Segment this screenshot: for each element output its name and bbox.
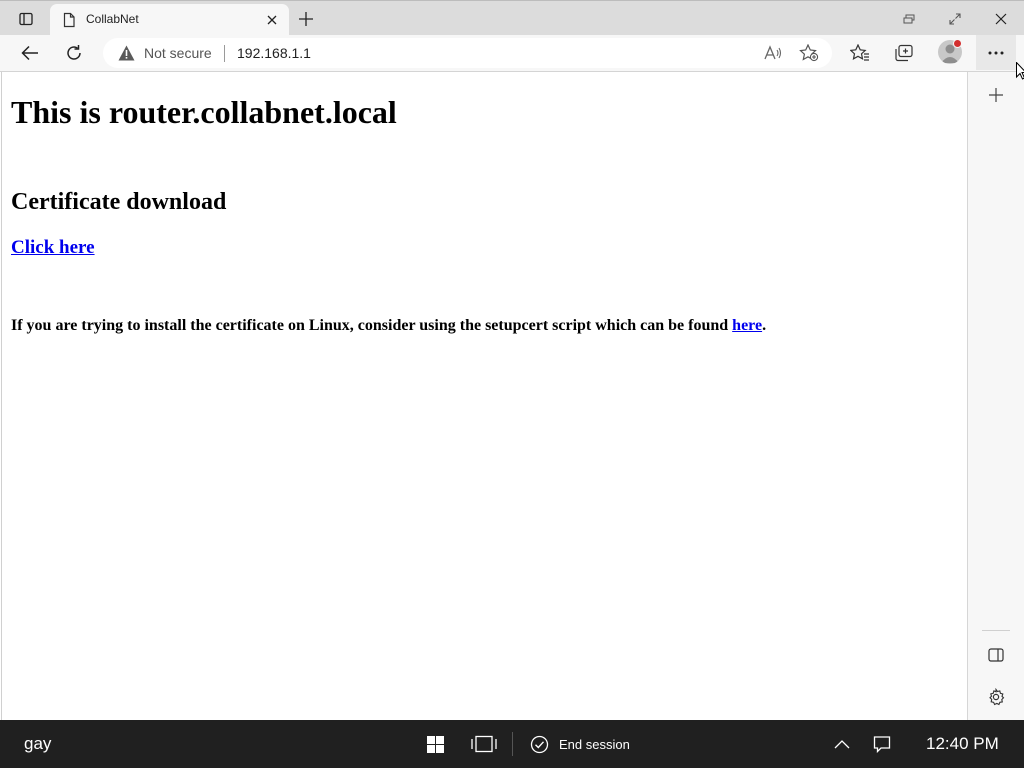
windows-logo-icon [426, 735, 444, 753]
end-session-button[interactable]: End session [530, 732, 630, 756]
security-status[interactable]: Not secure [144, 45, 212, 61]
page-icon [63, 12, 75, 28]
start-button[interactable] [420, 730, 450, 758]
linux-instructions: If you are trying to install the certifi… [11, 317, 766, 335]
back-arrow-icon [21, 45, 38, 61]
restore-icon [903, 14, 915, 24]
tab-title: CollabNet [86, 12, 139, 26]
new-tab-button[interactable] [294, 7, 318, 31]
maximize-button[interactable] [935, 5, 975, 33]
sidebar-toggle-icon [988, 648, 1004, 662]
refresh-button[interactable] [58, 37, 90, 69]
gear-icon [989, 688, 1005, 706]
setupcert-link[interactable]: here [732, 317, 762, 334]
certificate-download-link[interactable]: Click here [11, 237, 95, 259]
page-content: This is router.collabnet.local Certifica… [1, 72, 967, 720]
session-user: gay [24, 734, 52, 753]
address-bar[interactable]: Not secure 192.168.1.1 [103, 38, 832, 68]
hide-sidebar-button[interactable] [983, 642, 1009, 668]
restore-window-button[interactable] [889, 5, 929, 33]
browser-toolbar: Not secure 192.168.1.1 [0, 35, 1024, 72]
warning-icon [118, 45, 135, 61]
sidebar-add-button[interactable] [983, 82, 1009, 108]
tab-collabnet[interactable]: CollabNet [50, 4, 289, 36]
add-favorite-button[interactable] [795, 39, 823, 67]
mouse-cursor-icon [1016, 62, 1024, 80]
refresh-icon [67, 45, 81, 60]
section-title: Certificate download [11, 189, 227, 215]
browser-sidebar [967, 72, 1024, 720]
back-button[interactable] [14, 37, 46, 69]
notification-icon [873, 736, 891, 753]
address-divider [224, 45, 225, 62]
tab-close-button[interactable] [264, 12, 280, 28]
read-aloud-icon [764, 45, 782, 60]
sidebar-divider [982, 630, 1010, 631]
close-icon [267, 15, 277, 25]
more-icon [988, 51, 1004, 54]
url-text[interactable]: 192.168.1.1 [237, 45, 311, 61]
chevron-up-icon [834, 740, 850, 749]
collections-button[interactable] [888, 37, 920, 69]
tab-actions-icon [19, 12, 33, 26]
close-icon [995, 13, 1007, 25]
action-center-button[interactable] [867, 730, 897, 758]
expand-icon [949, 13, 961, 25]
taskbar: gay End session 12:40 PM [0, 720, 1024, 768]
settings-menu-button[interactable] [976, 35, 1016, 70]
favorites-icon [850, 44, 869, 61]
end-session-label: End session [559, 736, 630, 752]
task-view-button[interactable] [469, 730, 499, 758]
page-title: This is router.collabnet.local [11, 94, 397, 130]
show-hidden-icons-button[interactable] [827, 730, 857, 758]
clock[interactable]: 12:40 PM [926, 734, 999, 754]
plus-icon [989, 88, 1003, 102]
linux-instructions-text: If you are trying to install the certifi… [11, 317, 733, 334]
linux-instructions-end: . [762, 317, 767, 334]
tab-actions-button[interactable] [8, 5, 44, 33]
sidebar-settings-button[interactable] [983, 684, 1009, 710]
star-add-icon [799, 44, 819, 62]
task-view-icon [471, 735, 497, 753]
read-aloud-button[interactable] [759, 39, 787, 67]
notification-dot [953, 39, 962, 48]
collections-icon [895, 44, 913, 62]
close-window-button[interactable] [981, 5, 1021, 33]
checkmark-circle-icon [530, 735, 549, 753]
favorites-button[interactable] [844, 37, 876, 69]
plus-icon [299, 12, 313, 26]
taskbar-divider [512, 732, 513, 756]
browser-titlebar: CollabNet [0, 0, 1024, 36]
